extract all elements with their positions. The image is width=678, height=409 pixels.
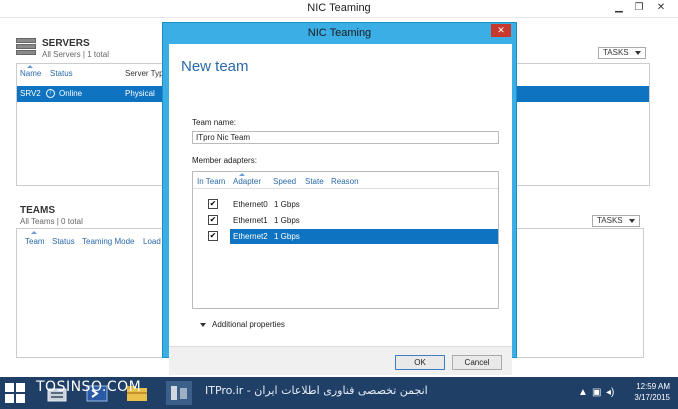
member-adapters-label: Member adapters: [192, 156, 257, 165]
speaker-icon[interactable]: ◂) [606, 387, 614, 398]
col-adapter[interactable]: Adapter [233, 177, 261, 186]
additional-properties-label: Additional properties [212, 320, 285, 329]
clock-time: 12:59 AM [636, 382, 670, 391]
teams-col-status[interactable]: Status [52, 237, 75, 246]
sort-ascending-icon [239, 173, 245, 176]
in-team-checkbox[interactable]: ✔ [208, 199, 218, 209]
servers-subtitle: All Servers | 1 total [42, 50, 109, 59]
chevron-down-icon [634, 50, 641, 55]
servers-col-status[interactable]: Status [50, 69, 73, 78]
server-name: SRV2 [20, 89, 41, 98]
col-reason[interactable]: Reason [331, 177, 359, 186]
minimize-button[interactable]: ▁ [610, 1, 628, 15]
adapter-speed: 1 Gbps [274, 200, 300, 209]
chevron-down-icon [200, 322, 206, 327]
team-name-label: Team name: [192, 118, 237, 127]
teams-col-team[interactable]: Team [25, 237, 45, 246]
online-status-icon: ↑ [46, 89, 55, 98]
teams-col-mode[interactable]: Teaming Mode [82, 237, 134, 246]
dialog-footer: OK Cancel [169, 346, 512, 375]
sort-ascending-icon [27, 65, 33, 68]
close-button[interactable]: ✕ [652, 1, 670, 15]
servers-col-name[interactable]: Name [20, 69, 41, 78]
servers-tasks-label: TASKS [603, 48, 629, 57]
teams-col-load[interactable]: Load [143, 237, 161, 246]
adapter-row[interactable]: ✔ Ethernet2 1 Gbps [193, 229, 498, 244]
teams-panel [16, 228, 164, 358]
adapter-name: Ethernet2 [233, 232, 268, 241]
title-bar: NIC Teaming ▁ ❐ ✕ [0, 0, 678, 18]
server-type: Physical [125, 89, 155, 98]
adapter-name: Ethernet0 [233, 200, 268, 209]
chevron-down-icon [628, 218, 635, 223]
adapter-row[interactable]: ✔ Ethernet1 1 Gbps [193, 213, 498, 228]
adapter-row[interactable]: ✔ Ethernet0 1 Gbps [193, 197, 498, 212]
additional-properties-expander[interactable]: Additional properties [200, 320, 285, 329]
adapter-speed: 1 Gbps [274, 216, 300, 225]
adapter-speed: 1 Gbps [274, 232, 300, 241]
nic-teaming-taskbar-icon[interactable] [166, 381, 192, 405]
network-icon[interactable]: ▣ [592, 387, 601, 398]
adapter-row-cells[interactable]: Ethernet1 1 Gbps [230, 213, 498, 228]
teams-tasks-button[interactable]: TASKS [592, 215, 640, 227]
teams-subtitle: All Teams | 0 total [20, 217, 83, 226]
adapter-row-cells[interactable]: Ethernet0 1 Gbps [230, 197, 498, 212]
cancel-button[interactable]: Cancel [452, 355, 502, 370]
col-state[interactable]: State [305, 177, 324, 186]
clock-date: 3/17/2015 [634, 393, 670, 402]
teams-heading: TEAMS [20, 205, 55, 216]
brand-watermark: TOSINSO.COM [36, 379, 142, 395]
servers-icon [16, 38, 36, 56]
clock[interactable]: 12:59 AM 3/17/2015 [634, 381, 670, 403]
teams-tasks-label: TASKS [597, 216, 623, 225]
windows-start-icon[interactable] [5, 383, 25, 403]
col-in-team[interactable]: In Team [197, 177, 225, 186]
window-title: NIC Teaming [307, 2, 371, 14]
in-team-checkbox[interactable]: ✔ [208, 231, 218, 241]
col-speed[interactable]: Speed [273, 177, 296, 186]
maximize-button[interactable]: ❐ [630, 1, 648, 15]
servers-col-type[interactable]: Server Typ [125, 69, 164, 78]
tray-arrow-icon[interactable]: ▲ [578, 387, 588, 398]
sort-ascending-icon [31, 231, 37, 234]
site-watermark: ITPro.ir - انجمن تخصصی فناوری اطلاعات ای… [205, 384, 428, 397]
in-team-checkbox[interactable]: ✔ [208, 215, 218, 225]
servers-tasks-button[interactable]: TASKS [598, 47, 646, 59]
dialog-title: NIC Teaming [307, 27, 372, 39]
dialog-body: New team Team name: ITpro Nic Team Membe… [169, 44, 512, 375]
server-status: Online [59, 89, 83, 98]
adapter-name: Ethernet1 [233, 216, 268, 225]
dialog-heading: New team [181, 58, 249, 75]
team-name-input[interactable]: ITpro Nic Team [192, 131, 499, 144]
adapter-row-cells-selected[interactable]: Ethernet2 1 Gbps [230, 229, 498, 244]
dialog-close-button[interactable]: ✕ [491, 24, 511, 37]
new-team-dialog: NIC Teaming ✕ New team Team name: ITpro … [162, 22, 517, 375]
member-adapters-list: In Team Adapter Speed State Reason ✔ Eth… [192, 171, 499, 309]
ok-button[interactable]: OK [395, 355, 445, 370]
servers-heading: SERVERS [42, 38, 90, 49]
